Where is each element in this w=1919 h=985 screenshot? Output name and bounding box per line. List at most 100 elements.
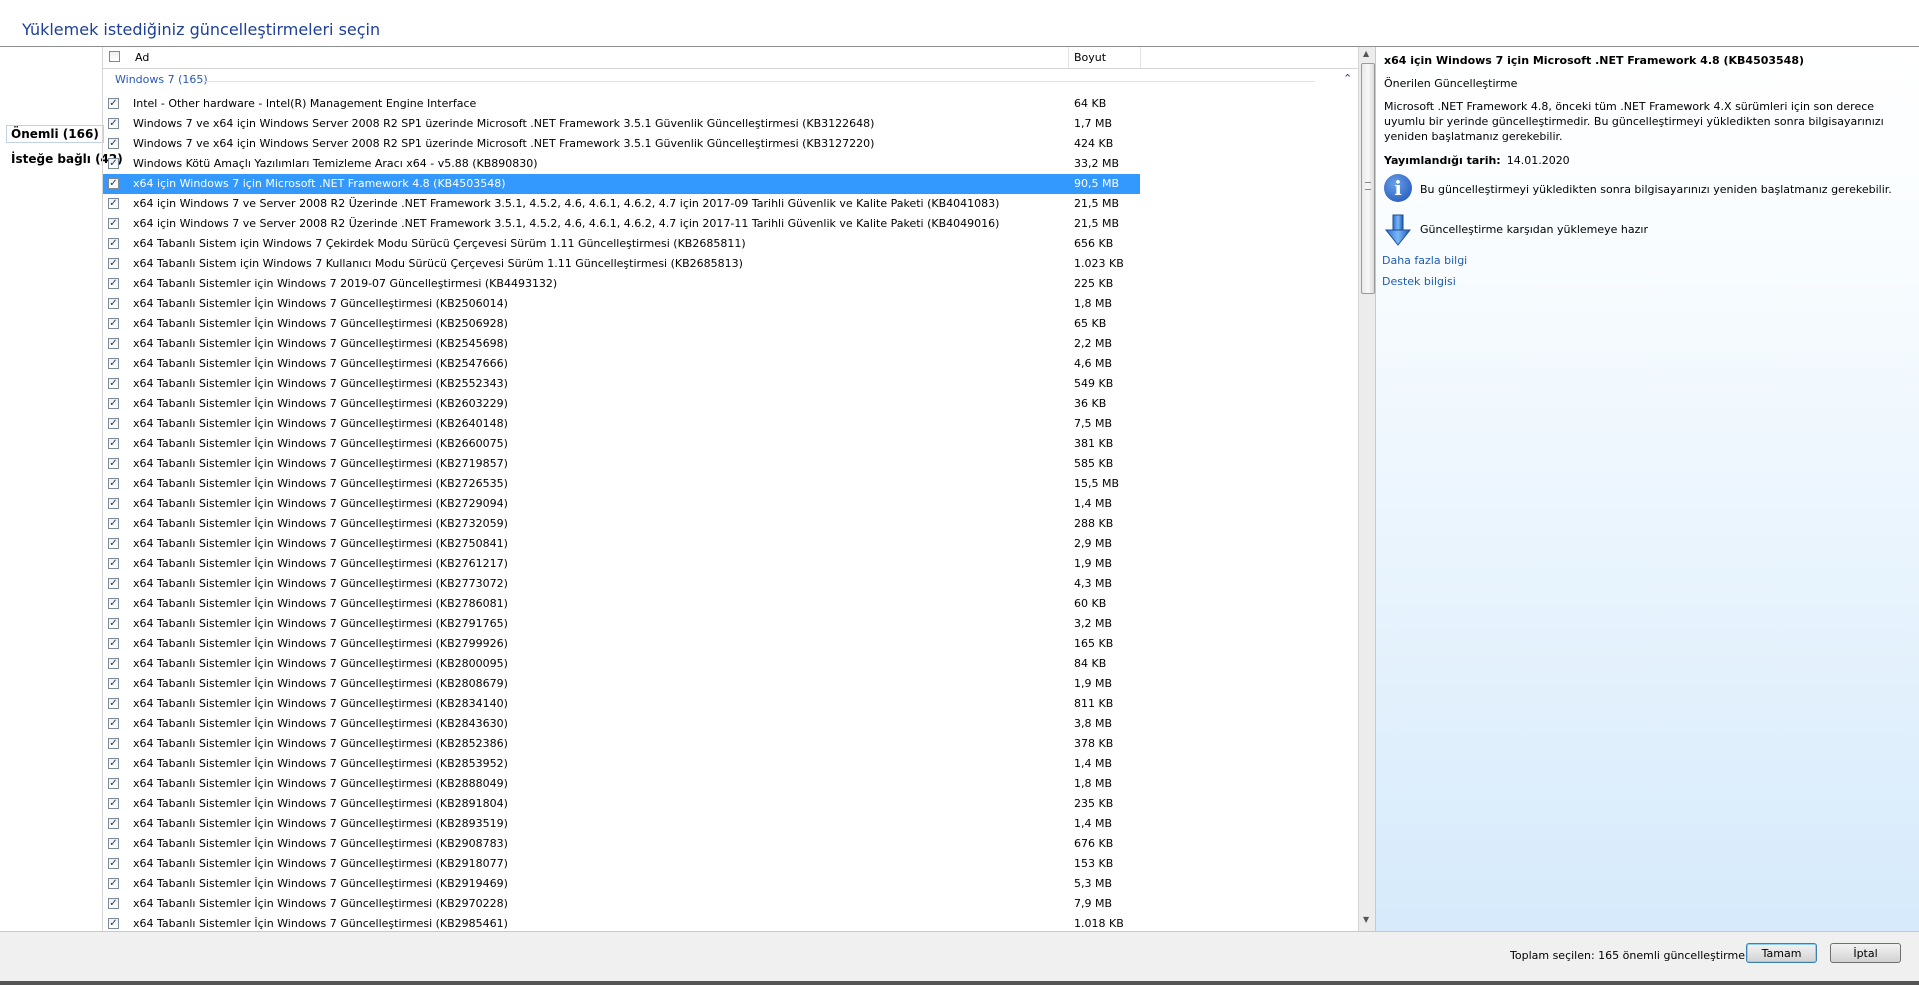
- table-row[interactable]: ✓ x64 için Windows 7 için Microsoft .NET …: [103, 174, 1140, 194]
- update-checkbox[interactable]: ✓: [108, 418, 119, 429]
- table-row[interactable]: ✓ x64 Tabanlı Sistemler İçin Windows 7 Gü…: [103, 414, 1140, 434]
- group-header[interactable]: Windows 7 (165): [115, 73, 208, 86]
- update-checkbox[interactable]: ✓: [108, 598, 119, 609]
- update-checkbox[interactable]: ✓: [108, 398, 119, 409]
- column-divider[interactable]: [1068, 47, 1069, 68]
- update-checkbox[interactable]: ✓: [108, 318, 119, 329]
- update-checkbox[interactable]: ✓: [108, 138, 119, 149]
- table-row[interactable]: ✓ x64 Tabanlı Sistemler için Windows 7 20…: [103, 274, 1140, 294]
- select-all-checkbox[interactable]: [109, 51, 120, 62]
- table-row[interactable]: ✓ Windows 7 ve x64 için Windows Server 20…: [103, 114, 1140, 134]
- scrollbar-thumb[interactable]: [1361, 63, 1375, 294]
- table-row[interactable]: ✓ x64 Tabanlı Sistemler İçin Windows 7 Gü…: [103, 294, 1140, 314]
- update-checkbox[interactable]: ✓: [108, 518, 119, 529]
- update-checkbox[interactable]: ✓: [108, 898, 119, 909]
- table-row[interactable]: ✓ x64 için Windows 7 ve Server 2008 R2 Üz…: [103, 214, 1140, 234]
- update-checkbox[interactable]: ✓: [108, 618, 119, 629]
- update-checkbox[interactable]: ✓: [108, 798, 119, 809]
- update-checkbox[interactable]: ✓: [108, 298, 119, 309]
- update-checkbox[interactable]: ✓: [108, 218, 119, 229]
- update-checkbox[interactable]: ✓: [108, 738, 119, 749]
- table-row[interactable]: ✓ x64 Tabanlı Sistemler İçin Windows 7 Gü…: [103, 594, 1140, 614]
- update-checkbox[interactable]: ✓: [108, 758, 119, 769]
- update-checkbox[interactable]: ✓: [108, 178, 119, 189]
- update-checkbox[interactable]: ✓: [108, 818, 119, 829]
- category-important[interactable]: Önemli (166): [6, 125, 104, 143]
- table-row[interactable]: ✓ x64 Tabanlı Sistemler İçin Windows 7 Gü…: [103, 834, 1140, 854]
- table-row[interactable]: ✓ x64 Tabanlı Sistemler İçin Windows 7 Gü…: [103, 534, 1140, 554]
- table-row[interactable]: ✓ x64 Tabanlı Sistemler İçin Windows 7 Gü…: [103, 914, 1140, 931]
- update-checkbox[interactable]: ✓: [108, 158, 119, 169]
- update-checkbox[interactable]: ✓: [108, 718, 119, 729]
- scroll-up-arrow-icon[interactable]: ▲: [1363, 49, 1369, 58]
- table-row[interactable]: ✓ x64 Tabanlı Sistem için Windows 7 Çekir…: [103, 234, 1140, 254]
- table-row[interactable]: ✓ x64 Tabanlı Sistemler İçin Windows 7 Gü…: [103, 574, 1140, 594]
- column-header-name[interactable]: Ad: [135, 51, 149, 64]
- scroll-down-arrow-icon[interactable]: ▼: [1363, 915, 1369, 924]
- update-checkbox[interactable]: ✓: [108, 698, 119, 709]
- table-row[interactable]: ✓ x64 için Windows 7 ve Server 2008 R2 Üz…: [103, 194, 1140, 214]
- update-checkbox[interactable]: ✓: [108, 198, 119, 209]
- table-row[interactable]: ✓ x64 Tabanlı Sistemler İçin Windows 7 Gü…: [103, 494, 1140, 514]
- update-checkbox[interactable]: ✓: [108, 838, 119, 849]
- table-row[interactable]: ✓ x64 Tabanlı Sistemler İçin Windows 7 Gü…: [103, 654, 1140, 674]
- update-checkbox[interactable]: ✓: [108, 878, 119, 889]
- update-checkbox[interactable]: ✓: [108, 678, 119, 689]
- table-row[interactable]: ✓ x64 Tabanlı Sistemler İçin Windows 7 Gü…: [103, 394, 1140, 414]
- update-checkbox[interactable]: ✓: [108, 238, 119, 249]
- update-checkbox[interactable]: ✓: [108, 638, 119, 649]
- table-row[interactable]: ✓ x64 Tabanlı Sistemler İçin Windows 7 Gü…: [103, 334, 1140, 354]
- table-row[interactable]: ✓ x64 Tabanlı Sistemler İçin Windows 7 Gü…: [103, 314, 1140, 334]
- update-checkbox[interactable]: ✓: [108, 498, 119, 509]
- table-row[interactable]: ✓ x64 Tabanlı Sistemler İçin Windows 7 Gü…: [103, 514, 1140, 534]
- table-row[interactable]: ✓ Windows 7 ve x64 için Windows Server 20…: [103, 134, 1140, 154]
- table-row[interactable]: ✓ x64 Tabanlı Sistemler İçin Windows 7 Gü…: [103, 854, 1140, 874]
- table-row[interactable]: ✓ x64 Tabanlı Sistemler İçin Windows 7 Gü…: [103, 874, 1140, 894]
- column-header-size[interactable]: Boyut: [1074, 51, 1106, 64]
- table-row[interactable]: ✓ x64 Tabanlı Sistem için Windows 7 Kulla…: [103, 254, 1140, 274]
- update-checkbox[interactable]: ✓: [108, 658, 119, 669]
- table-row[interactable]: ✓ x64 Tabanlı Sistemler İçin Windows 7 Gü…: [103, 794, 1140, 814]
- update-checkbox[interactable]: ✓: [108, 558, 119, 569]
- update-checkbox[interactable]: ✓: [108, 918, 119, 929]
- table-row[interactable]: ✓ x64 Tabanlı Sistemler İçin Windows 7 Gü…: [103, 754, 1140, 774]
- update-checkbox[interactable]: ✓: [108, 438, 119, 449]
- ok-button[interactable]: Tamam: [1746, 943, 1817, 963]
- support-info-link[interactable]: Destek bilgisi: [1382, 275, 1456, 288]
- update-checkbox[interactable]: ✓: [108, 858, 119, 869]
- vertical-scrollbar[interactable]: ▲ ▼: [1358, 47, 1376, 931]
- table-row[interactable]: ✓ x64 Tabanlı Sistemler İçin Windows 7 Gü…: [103, 454, 1140, 474]
- table-row[interactable]: ✓ x64 Tabanlı Sistemler İçin Windows 7 Gü…: [103, 374, 1140, 394]
- table-row[interactable]: ✓ x64 Tabanlı Sistemler İçin Windows 7 Gü…: [103, 814, 1140, 834]
- table-row[interactable]: ✓ x64 Tabanlı Sistemler İçin Windows 7 Gü…: [103, 634, 1140, 654]
- table-row[interactable]: ✓ x64 Tabanlı Sistemler İçin Windows 7 Gü…: [103, 354, 1140, 374]
- update-checkbox[interactable]: ✓: [108, 458, 119, 469]
- update-checkbox[interactable]: ✓: [108, 98, 119, 109]
- table-row[interactable]: ✓ x64 Tabanlı Sistemler İçin Windows 7 Gü…: [103, 474, 1140, 494]
- update-checkbox[interactable]: ✓: [108, 538, 119, 549]
- table-row[interactable]: ✓ x64 Tabanlı Sistemler İçin Windows 7 Gü…: [103, 734, 1140, 754]
- more-info-link[interactable]: Daha fazla bilgi: [1382, 254, 1467, 267]
- update-checkbox[interactable]: ✓: [108, 338, 119, 349]
- table-row[interactable]: ✓ Windows Kötü Amaçlı Yazılımları Temizle…: [103, 154, 1140, 174]
- update-checkbox[interactable]: ✓: [108, 358, 119, 369]
- table-row[interactable]: ✓ x64 Tabanlı Sistemler İçin Windows 7 Gü…: [103, 614, 1140, 634]
- table-row[interactable]: ✓ x64 Tabanlı Sistemler İçin Windows 7 Gü…: [103, 774, 1140, 794]
- update-checkbox[interactable]: ✓: [108, 258, 119, 269]
- update-checkbox[interactable]: ✓: [108, 478, 119, 489]
- collapse-chevron-icon[interactable]: ⌃: [1343, 72, 1352, 85]
- table-row[interactable]: ✓ x64 Tabanlı Sistemler İçin Windows 7 Gü…: [103, 894, 1140, 914]
- table-row[interactable]: ✓ x64 Tabanlı Sistemler İçin Windows 7 Gü…: [103, 434, 1140, 454]
- update-checkbox[interactable]: ✓: [108, 578, 119, 589]
- table-row[interactable]: ✓ x64 Tabanlı Sistemler İçin Windows 7 Gü…: [103, 674, 1140, 694]
- update-checkbox[interactable]: ✓: [108, 118, 119, 129]
- cancel-button[interactable]: İptal: [1830, 943, 1901, 963]
- table-row[interactable]: ✓ x64 Tabanlı Sistemler İçin Windows 7 Gü…: [103, 554, 1140, 574]
- table-row[interactable]: ✓ x64 Tabanlı Sistemler İçin Windows 7 Gü…: [103, 714, 1140, 734]
- table-row[interactable]: ✓ x64 Tabanlı Sistemler İçin Windows 7 Gü…: [103, 694, 1140, 714]
- column-divider[interactable]: [1140, 47, 1141, 68]
- table-row[interactable]: ✓ Intel - Other hardware - Intel(R) Manag…: [103, 94, 1140, 114]
- update-checkbox[interactable]: ✓: [108, 778, 119, 789]
- update-checkbox[interactable]: ✓: [108, 278, 119, 289]
- update-checkbox[interactable]: ✓: [108, 378, 119, 389]
